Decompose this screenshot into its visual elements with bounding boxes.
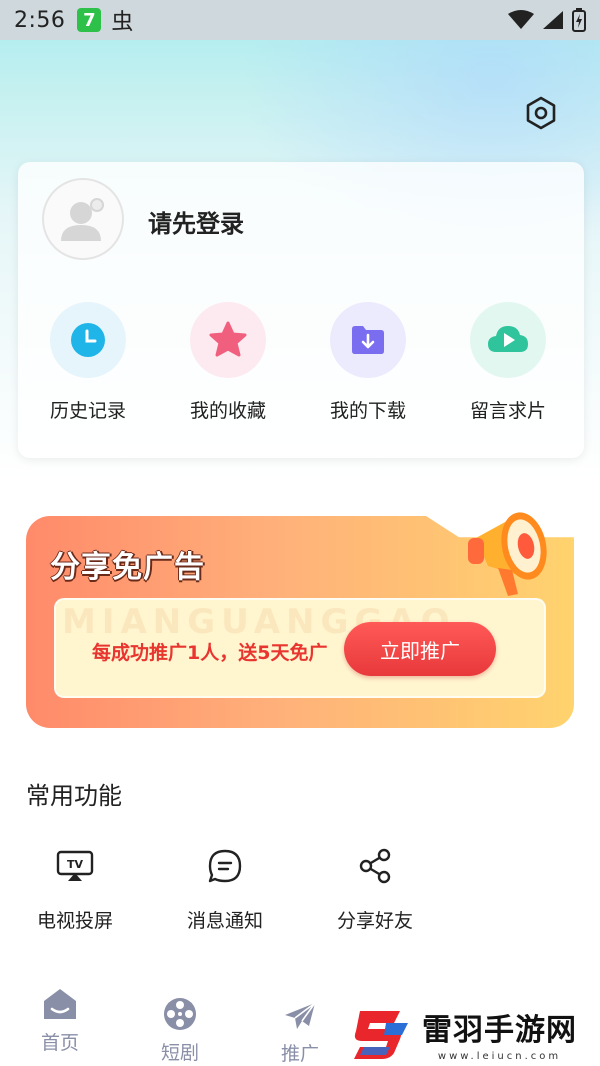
wifi-icon — [508, 10, 534, 29]
request-movie-button[interactable]: 留言求片 — [438, 302, 578, 432]
svg-text:TV: TV — [67, 858, 84, 871]
megaphone-icon — [468, 512, 547, 596]
site-watermark-title: 雷羽手游网 — [422, 1012, 577, 1048]
quick-label: 我的收藏 — [189, 400, 266, 422]
site-watermark-url: www.leiucn.com — [437, 1050, 562, 1062]
status-bar: 2:56 7 虫 — [0, 0, 600, 40]
quick-label: 历史记录 — [49, 400, 126, 422]
promote-now-button[interactable]: 立即推广 — [344, 622, 496, 676]
star-icon — [209, 321, 247, 357]
login-prompt[interactable]: 请先登录 — [148, 204, 244, 239]
profile-card: 请先登录 历史记录 我的收藏 我的下载 留言求片 — [18, 162, 584, 458]
status-time: 2:56 — [14, 7, 66, 33]
film-reel-icon — [164, 998, 196, 1030]
quick-icon-wrap — [330, 302, 406, 378]
home-icon — [44, 989, 76, 1019]
nav-label: 推广 — [280, 1043, 319, 1065]
history-button[interactable]: 历史记录 — [18, 302, 158, 432]
favorites-button[interactable]: 我的收藏 — [158, 302, 298, 432]
nav-label: 短剧 — [160, 1042, 199, 1064]
feature-grid: TV 电视投屏 消息通知 分享好友 — [0, 846, 450, 933]
gear-icon — [526, 96, 556, 130]
site-watermark: 雷羽手游网 www.leiucn.com — [350, 1000, 600, 1066]
quick-label: 我的下载 — [329, 400, 406, 422]
feature-icon-wrap: TV — [55, 846, 95, 886]
clock-icon — [71, 323, 105, 357]
signal-icon — [543, 11, 563, 29]
nav-home[interactable]: 首页 — [0, 984, 120, 1066]
site-logo-icon — [354, 1011, 408, 1059]
promo-text: 每成功推广1人，送5天免广 — [92, 642, 328, 664]
share-icon — [359, 848, 391, 884]
battery-icon — [572, 8, 586, 32]
feature-icon-wrap — [205, 846, 245, 886]
nav-icon-wrap — [280, 996, 320, 1035]
feature-icon-wrap — [355, 846, 395, 886]
paper-plane-icon — [285, 1001, 316, 1029]
settings-button[interactable] — [522, 94, 560, 132]
promo-inner-panel: MIANGUANGGAO 每成功推广1人，送5天免广 立即推广 — [54, 598, 546, 698]
nav-promote[interactable]: 推广 — [240, 996, 360, 1066]
tv-cast-icon: TV — [56, 850, 94, 881]
feature-label: 电视投屏 — [36, 910, 113, 932]
app-notification-icon: 7 — [77, 8, 102, 32]
quick-label: 留言求片 — [469, 400, 546, 422]
messages-button[interactable]: 消息通知 — [150, 846, 300, 933]
download-folder-icon — [352, 326, 384, 354]
promo-banner[interactable]: 分享免广告 MIANGUANGGAO 每成功推广1人，送5天免广 立即推广 — [26, 512, 574, 728]
tv-cast-button[interactable]: TV 电视投屏 — [0, 846, 150, 933]
quick-icon-wrap — [470, 302, 546, 378]
nav-short-drama[interactable]: 短剧 — [120, 994, 240, 1066]
section-title: 常用功能 — [26, 782, 122, 810]
feature-label: 消息通知 — [186, 910, 263, 932]
downloads-button[interactable]: 我的下载 — [298, 302, 438, 432]
quick-icon-wrap — [190, 302, 266, 378]
promo-title: 分享免广告 — [50, 550, 205, 585]
avatar[interactable] — [42, 178, 124, 260]
nav-icon-wrap — [160, 994, 200, 1034]
cloud-play-icon — [488, 326, 528, 352]
bug-notification-icon: 虫 — [111, 10, 134, 35]
message-icon — [208, 849, 242, 883]
quick-icon-wrap — [50, 302, 126, 378]
site-watermark-text: 雷羽手游网 www.leiucn.com — [422, 1005, 577, 1062]
quick-actions: 历史记录 我的收藏 我的下载 留言求片 — [18, 302, 584, 432]
nav-icon-wrap — [40, 984, 80, 1024]
share-friends-button[interactable]: 分享好友 — [300, 846, 450, 933]
user-placeholder-icon — [61, 198, 104, 241]
nav-label: 首页 — [40, 1032, 79, 1054]
feature-label: 分享好友 — [336, 910, 413, 932]
status-indicators — [508, 8, 586, 32]
